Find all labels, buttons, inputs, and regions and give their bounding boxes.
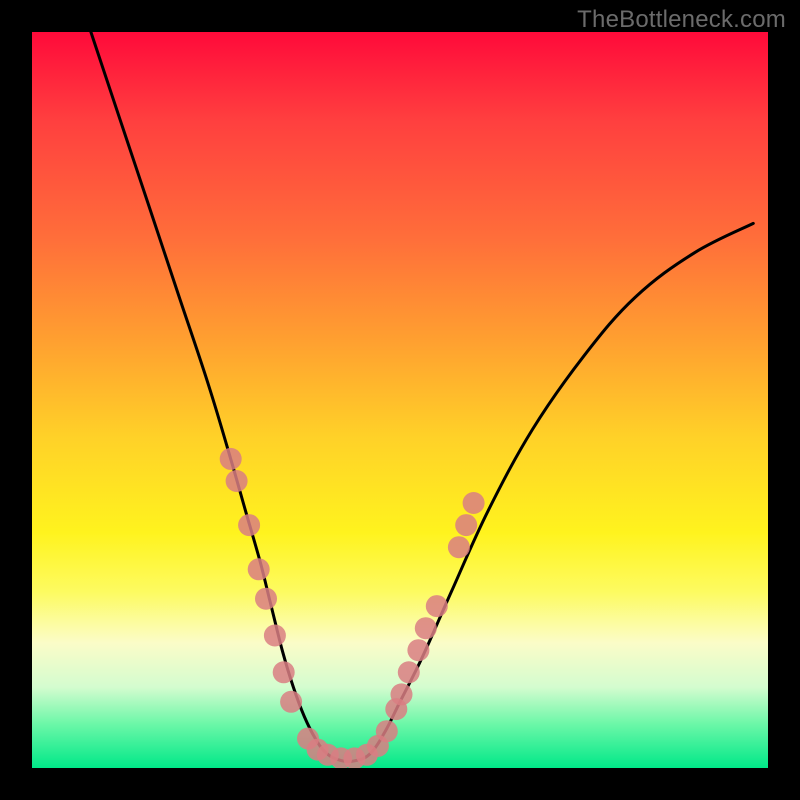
marker-dot xyxy=(463,492,485,514)
marker-dot xyxy=(391,683,413,705)
marker-dot xyxy=(220,448,242,470)
plot-area xyxy=(32,32,768,768)
marker-dot xyxy=(398,661,420,683)
chart-frame: TheBottleneck.com xyxy=(0,0,800,800)
marker-dot xyxy=(448,536,470,558)
marker-dot xyxy=(426,595,448,617)
marker-dot xyxy=(255,588,277,610)
marker-dot xyxy=(273,661,295,683)
marker-dot xyxy=(415,617,437,639)
marker-dot xyxy=(376,720,398,742)
marker-dot xyxy=(280,691,302,713)
marker-dot xyxy=(407,639,429,661)
marker-dot xyxy=(238,514,260,536)
marker-dot xyxy=(264,625,286,647)
marker-dot xyxy=(248,558,270,580)
marker-dot xyxy=(226,470,248,492)
watermark-text: TheBottleneck.com xyxy=(577,6,786,34)
chart-svg xyxy=(32,32,768,768)
marker-dot xyxy=(455,514,477,536)
curve-markers xyxy=(220,448,485,768)
